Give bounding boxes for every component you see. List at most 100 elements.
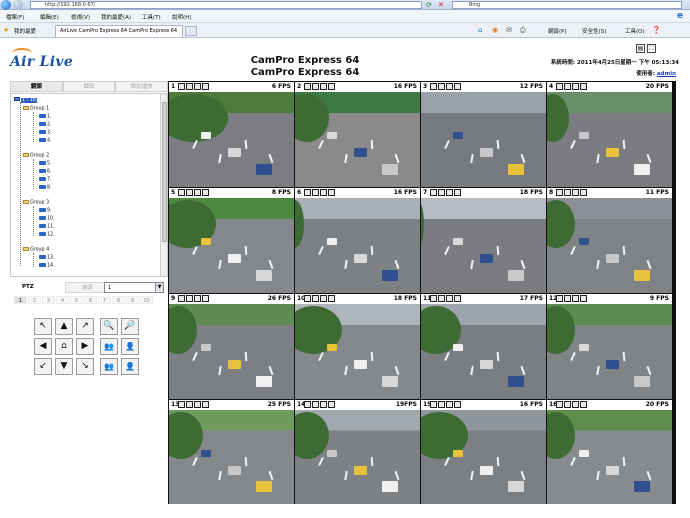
mail-icon[interactable]: ✉: [506, 26, 512, 34]
camera-view[interactable]: 2 16 FPS: [295, 82, 420, 187]
record-icon[interactable]: [304, 83, 311, 90]
help-icon[interactable]: ❓: [652, 26, 661, 34]
layout-icon[interactable]: ▤: [636, 44, 645, 53]
settings-icon[interactable]: [580, 401, 587, 408]
record-icon[interactable]: [556, 189, 563, 196]
audio-icon[interactable]: [320, 295, 327, 302]
record-icon[interactable]: [178, 295, 185, 302]
menu-edit[interactable]: 編輯(E): [40, 13, 59, 21]
preset-button[interactable]: 10: [140, 296, 153, 304]
preset-button[interactable]: 2: [28, 296, 41, 304]
focus-near-icon[interactable]: 👥: [100, 338, 118, 355]
chevron-down-icon[interactable]: ▼: [155, 283, 163, 292]
ptz-left-button[interactable]: ◀: [34, 338, 52, 355]
command-tools[interactable]: 工具(O): [625, 27, 645, 35]
tree-camera[interactable]: 8.: [39, 185, 52, 191]
tree-camera[interactable]: 14.: [39, 263, 55, 269]
audio-icon[interactable]: [446, 401, 453, 408]
settings-icon[interactable]: [580, 189, 587, 196]
camera-view[interactable]: 14 19FPS: [295, 400, 420, 504]
user-link[interactable]: admin: [657, 71, 676, 77]
tree-camera[interactable]: 12.: [39, 232, 55, 238]
zoom-out-icon[interactable]: 🔎: [121, 318, 139, 335]
ptz-camera-select[interactable]: 1 ▼: [104, 282, 164, 293]
preset-button[interactable]: 5: [70, 296, 83, 304]
record-icon[interactable]: [430, 189, 437, 196]
menu-file[interactable]: 檔案(F): [6, 13, 24, 21]
browser-tab-active[interactable]: AirLive CamPro Express 64 CamPro Express…: [55, 25, 183, 37]
audio-icon[interactable]: [572, 189, 579, 196]
ptz-home-button[interactable]: ⌂: [55, 338, 73, 355]
settings-icon[interactable]: [202, 189, 209, 196]
tree-camera[interactable]: 13.: [39, 255, 55, 261]
zoom-in-icon[interactable]: 🔍: [100, 318, 118, 335]
record-icon[interactable]: [304, 295, 311, 302]
tree-camera[interactable]: 6.: [39, 169, 52, 175]
camera-view[interactable]: 4 20 FPS: [547, 82, 672, 187]
snapshot-icon[interactable]: [564, 295, 571, 302]
record-icon[interactable]: [556, 295, 563, 302]
tree-group[interactable]: Group 4: [23, 247, 49, 253]
settings-icon[interactable]: [202, 295, 209, 302]
record-icon[interactable]: [304, 189, 311, 196]
record-icon[interactable]: [430, 401, 437, 408]
audio-icon[interactable]: [446, 295, 453, 302]
settings-icon[interactable]: [328, 83, 335, 90]
settings-icon[interactable]: [454, 189, 461, 196]
camera-view[interactable]: 12 9 FPS: [547, 294, 672, 399]
settings-icon[interactable]: [328, 295, 335, 302]
settings-icon[interactable]: [454, 83, 461, 90]
preset-button[interactable]: 6: [84, 296, 97, 304]
snapshot-icon[interactable]: [312, 401, 319, 408]
record-icon[interactable]: [430, 295, 437, 302]
snapshot-icon[interactable]: [438, 189, 445, 196]
ptz-up-left-button[interactable]: ↖: [34, 318, 52, 335]
audio-icon[interactable]: [194, 295, 201, 302]
settings-icon[interactable]: [454, 401, 461, 408]
record-icon[interactable]: [178, 189, 185, 196]
ptz-down-button[interactable]: ▼: [55, 358, 73, 375]
record-icon[interactable]: [304, 401, 311, 408]
feeds-icon[interactable]: ◉: [492, 26, 498, 34]
snapshot-icon[interactable]: [438, 401, 445, 408]
preset-button[interactable]: 9: [126, 296, 139, 304]
snapshot-icon[interactable]: [564, 83, 571, 90]
record-icon[interactable]: [178, 83, 185, 90]
tree-camera[interactable]: 4.: [39, 138, 52, 144]
back-button[interactable]: [1, 0, 11, 10]
stop-icon[interactable]: ✕: [438, 1, 446, 9]
home-icon[interactable]: ⌂: [478, 26, 482, 34]
snapshot-icon[interactable]: [186, 189, 193, 196]
audio-icon[interactable]: [320, 401, 327, 408]
record-icon[interactable]: [556, 401, 563, 408]
settings-icon[interactable]: [454, 295, 461, 302]
camera-view[interactable]: 1 6 FPS: [169, 82, 294, 187]
menu-help[interactable]: 說明(H): [172, 13, 191, 21]
menu-favorites[interactable]: 我的最愛(A): [101, 13, 131, 21]
snapshot-icon[interactable]: [564, 401, 571, 408]
audio-icon[interactable]: [446, 189, 453, 196]
preset-button[interactable]: 8: [112, 296, 125, 304]
camera-view[interactable]: 13 25 FPS: [169, 400, 294, 504]
ptz-label[interactable]: PTZ: [22, 284, 34, 290]
tree-group[interactable]: Group 1: [23, 106, 49, 112]
ptz-down-left-button[interactable]: ↙: [34, 358, 52, 375]
audio-icon[interactable]: [194, 189, 201, 196]
camera-view[interactable]: 9 26 FPS: [169, 294, 294, 399]
refresh-icon[interactable]: ⟳: [426, 1, 434, 9]
favorites-button[interactable]: 我的最愛: [14, 27, 36, 35]
snapshot-icon[interactable]: [186, 83, 193, 90]
settings-icon[interactable]: [328, 189, 335, 196]
tab-capture[interactable]: 擷取: [62, 81, 116, 92]
camera-view[interactable]: 11 17 FPS: [421, 294, 546, 399]
settings-icon[interactable]: [580, 295, 587, 302]
tree-camera[interactable]: 10.: [39, 216, 55, 222]
camera-view[interactable]: 16 20 FPS: [547, 400, 672, 504]
audio-icon[interactable]: [320, 83, 327, 90]
tree-camera[interactable]: 3.: [39, 130, 52, 136]
settings-icon[interactable]: [202, 83, 209, 90]
tree-camera[interactable]: 11.: [39, 224, 55, 230]
menu-view[interactable]: 檢視(V): [71, 13, 90, 21]
print-icon[interactable]: ⎙: [520, 26, 526, 34]
camera-view[interactable]: 10 18 FPS: [295, 294, 420, 399]
